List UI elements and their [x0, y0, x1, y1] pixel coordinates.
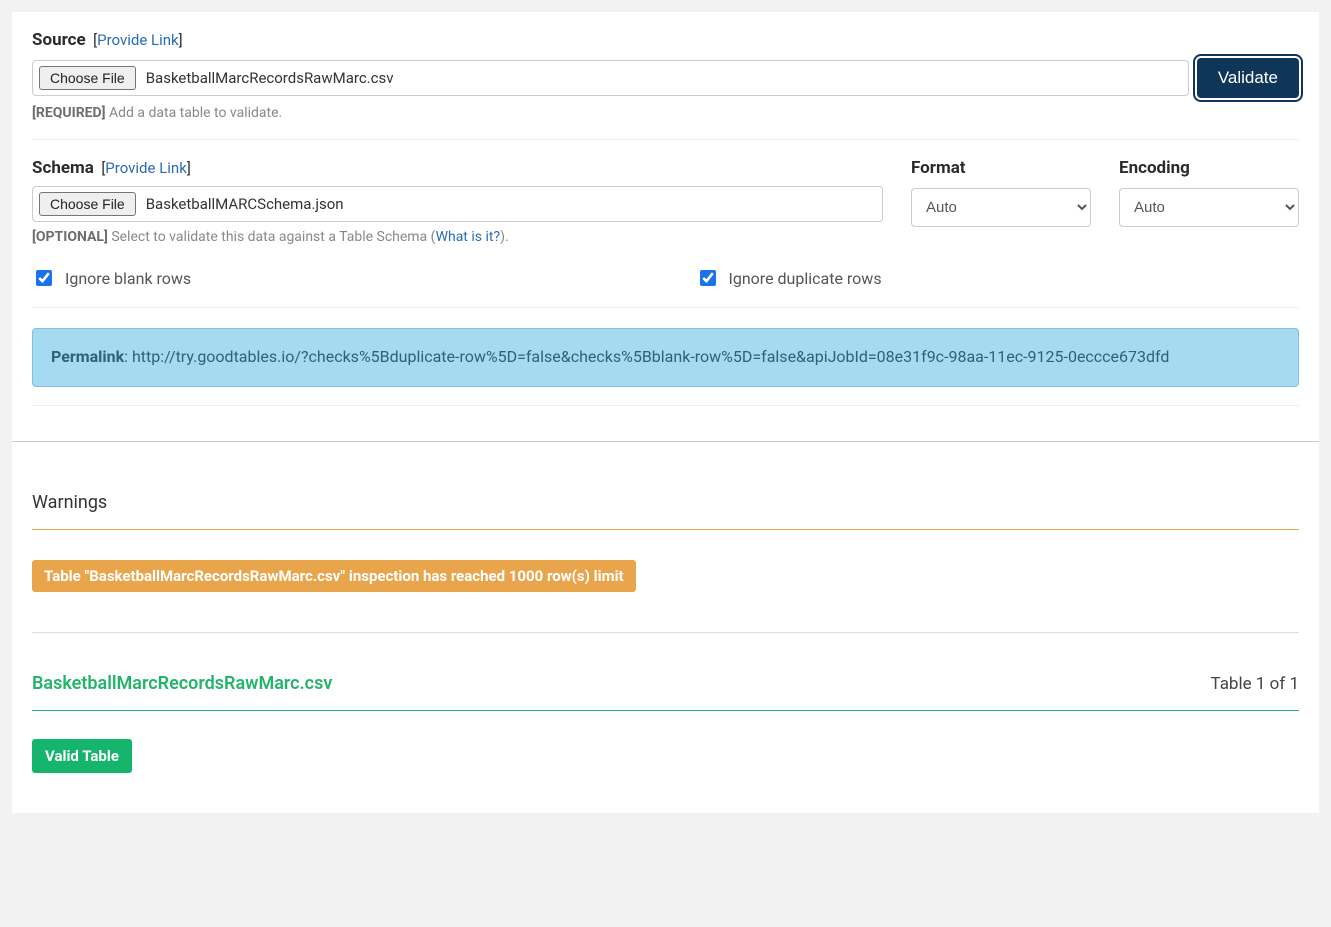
checkbox-row: Ignore blank rows Ignore duplicate rows — [32, 267, 1299, 289]
result-rule — [32, 710, 1299, 711]
schema-filename: BasketballMARCSchema.json — [146, 195, 344, 213]
permalink-box: Permalink: http://try.goodtables.io/?che… — [32, 328, 1299, 387]
section-separator — [32, 632, 1299, 633]
format-control: Format Auto — [911, 158, 1091, 227]
schema-provide-link[interactable]: Provide Link — [105, 159, 187, 177]
source-label: Source — [32, 30, 86, 50]
ignore-duplicate-rows-label: Ignore duplicate rows — [729, 269, 882, 288]
validate-button[interactable]: Validate — [1197, 58, 1299, 98]
format-label: Format — [911, 158, 1091, 178]
ignore-blank-rows-label: Ignore blank rows — [65, 269, 191, 288]
divider — [32, 139, 1299, 140]
source-section: Source [Provide Link] Choose File Basket… — [32, 30, 1299, 121]
format-select[interactable]: Auto — [911, 188, 1091, 227]
permalink-label: Permalink — [51, 347, 124, 366]
divider — [32, 307, 1299, 308]
table-count: Table 1 of 1 — [1210, 674, 1299, 694]
source-choose-file-button[interactable]: Choose File — [39, 66, 136, 90]
warning-badge: Table "BasketballMarcRecordsRawMarc.csv"… — [32, 560, 636, 592]
source-help: [REQUIRED] Add a data table to validate. — [32, 105, 1299, 121]
source-filename: BasketballMarcRecordsRawMarc.csv — [146, 69, 394, 87]
valid-table-badge: Valid Table — [32, 739, 132, 773]
encoding-control: Encoding Auto — [1119, 158, 1299, 227]
ignore-duplicate-rows-checkbox[interactable] — [700, 270, 716, 286]
schema-section: Schema [Provide Link] Choose File Basket… — [32, 158, 1299, 245]
schema-what-is-it-link[interactable]: What is it? — [436, 229, 501, 245]
warnings-heading: Warnings — [32, 492, 1299, 513]
result-row: BasketballMarcRecordsRawMarc.csv Table 1… — [32, 673, 1299, 694]
source-provide-link[interactable]: Provide Link — [97, 31, 179, 49]
source-file-input[interactable]: Choose File BasketballMarcRecordsRawMarc… — [32, 60, 1189, 96]
schema-help: [OPTIONAL] Select to validate this data … — [32, 229, 883, 245]
result-filename: BasketballMarcRecordsRawMarc.csv — [32, 673, 332, 694]
warnings-rule — [32, 529, 1299, 530]
ignore-blank-rows-checkbox[interactable] — [36, 270, 52, 286]
schema-choose-file-button[interactable]: Choose File — [39, 192, 136, 216]
section-separator — [12, 441, 1319, 442]
divider — [32, 405, 1299, 406]
schema-label: Schema — [32, 158, 94, 178]
encoding-label: Encoding — [1119, 158, 1299, 178]
permalink-url[interactable]: http://try.goodtables.io/?checks%5Bdupli… — [132, 347, 1169, 366]
main-card: Source [Provide Link] Choose File Basket… — [12, 12, 1319, 813]
encoding-select[interactable]: Auto — [1119, 188, 1299, 227]
schema-file-input[interactable]: Choose File BasketballMARCSchema.json — [32, 186, 883, 222]
